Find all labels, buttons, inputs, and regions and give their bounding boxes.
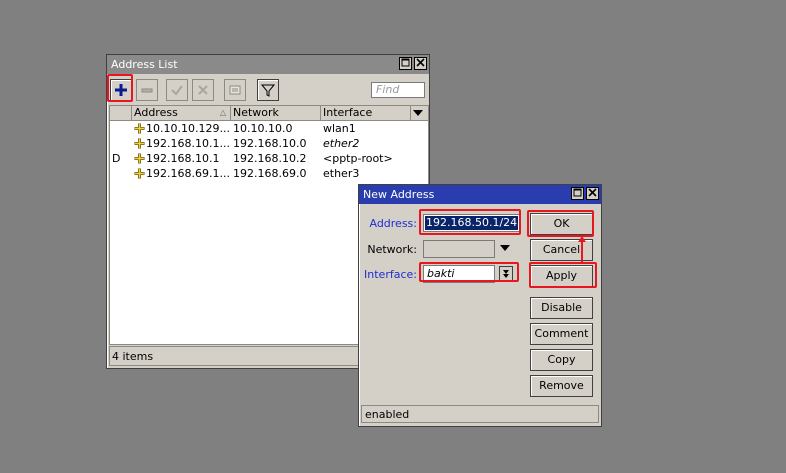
- row-interface: ether3: [321, 166, 411, 181]
- row-flag: D: [110, 151, 132, 166]
- close-button[interactable]: [586, 187, 599, 200]
- comment-button[interactable]: [224, 79, 246, 101]
- row-flag: [110, 136, 132, 151]
- minus-icon: [141, 88, 153, 93]
- row-interface-text: wlan1: [323, 122, 356, 135]
- status-bar: enabled: [361, 405, 599, 423]
- network-dropdown-icon[interactable]: [500, 244, 510, 252]
- row-network: 192.168.69.0: [231, 166, 321, 181]
- copy-button[interactable]: Copy: [530, 349, 593, 371]
- row-address: 192.168.10.1...: [132, 136, 231, 151]
- address-value: 192.168.50.1/24: [425, 216, 519, 230]
- row-address: 192.168.69.1...: [132, 166, 231, 181]
- new-address-title: New Address: [363, 188, 435, 201]
- add-button[interactable]: [110, 79, 132, 101]
- plus-entry-icon: [134, 138, 145, 149]
- comment-button[interactable]: Comment: [530, 323, 593, 345]
- plus-entry-icon: [134, 168, 145, 179]
- dropdown-arrow-icon: [413, 110, 423, 116]
- enable-button[interactable]: [166, 79, 188, 101]
- address-list-titlebar[interactable]: Address List: [107, 55, 429, 74]
- dropdown-arrow-icon: [503, 270, 509, 278]
- row-network: 10.10.10.0: [231, 121, 321, 136]
- filter-button[interactable]: [257, 79, 279, 101]
- row-network-text: 192.168.10.0: [233, 137, 307, 150]
- address-input[interactable]: 192.168.50.1/24: [423, 214, 521, 232]
- table-header: Address △ Network Interface: [110, 106, 428, 121]
- new-address-titlebar[interactable]: New Address: [359, 185, 601, 204]
- apply-button[interactable]: Apply: [530, 265, 593, 287]
- row-interface-text: <pptp-root>: [323, 152, 393, 165]
- row-flag: [110, 121, 132, 136]
- plus-entry-icon: [134, 153, 145, 164]
- maximize-icon: [573, 188, 582, 197]
- table-row[interactable]: 192.168.10.1... 192.168.10.0 ether2: [110, 136, 428, 151]
- table-body: 10.10.10.129... 10.10.10.0 wlan1 192.168.10…: [110, 121, 428, 181]
- row-interface: <pptp-root>: [321, 151, 411, 166]
- status-text: enabled: [365, 408, 410, 421]
- maximize-button[interactable]: [399, 57, 412, 70]
- maximize-icon: [401, 58, 410, 67]
- remove-button[interactable]: Remove: [530, 375, 593, 397]
- row-flag-text: D: [112, 152, 121, 165]
- column-header-interface[interactable]: Interface: [321, 106, 411, 120]
- network-input[interactable]: [423, 240, 495, 258]
- new-address-dialog: New Address Address: 192.168.50.1/24 Net…: [358, 184, 602, 427]
- disable-button[interactable]: Disable: [530, 297, 593, 319]
- column-header-flag[interactable]: [110, 106, 132, 120]
- row-network-text: 192.168.10.2: [233, 152, 307, 165]
- sort-indicator-icon: △: [219, 108, 226, 117]
- column-menu-button[interactable]: [411, 106, 428, 120]
- table-row[interactable]: 192.168.69.1... 192.168.69.0 ether3: [110, 166, 428, 181]
- row-interface-text: ether2: [323, 137, 360, 150]
- item-count: 4 items: [112, 350, 154, 363]
- status-bar: 4 items: [109, 346, 361, 366]
- ok-button[interactable]: OK: [530, 213, 593, 235]
- row-network: 192.168.10.0: [231, 136, 321, 151]
- maximize-button[interactable]: [571, 187, 584, 200]
- column-label: Network: [233, 106, 279, 119]
- close-icon: [416, 58, 425, 67]
- table-row[interactable]: D 192.168.10.1 192.168.10.2 <pptp-root>: [110, 151, 428, 166]
- close-button[interactable]: [414, 57, 427, 70]
- close-icon: [588, 188, 597, 197]
- column-header-address[interactable]: Address △: [132, 106, 231, 120]
- find-input[interactable]: Find: [371, 82, 425, 98]
- row-address-text: 192.168.69.1...: [146, 167, 230, 180]
- network-label: Network:: [367, 243, 417, 256]
- row-flag: [110, 166, 132, 181]
- row-address: 192.168.10.1: [132, 151, 231, 166]
- interface-label: Interface:: [364, 268, 417, 281]
- row-network: 192.168.10.2: [231, 151, 321, 166]
- address-label: Address:: [369, 217, 417, 230]
- column-label: Address: [134, 106, 178, 119]
- check-icon: [171, 85, 183, 96]
- comment-icon: [229, 85, 241, 95]
- filter-icon: [261, 84, 275, 97]
- plus-entry-icon: [134, 123, 145, 134]
- row-interface: wlan1: [321, 121, 411, 136]
- disable-button[interactable]: [192, 79, 214, 101]
- row-address: 10.10.10.129...: [132, 121, 231, 136]
- table-row[interactable]: 10.10.10.129... 10.10.10.0 wlan1: [110, 121, 428, 136]
- address-list-toolbar: Find: [107, 76, 429, 104]
- plus-icon: [115, 84, 127, 96]
- cross-icon: [198, 85, 208, 95]
- row-address-text: 10.10.10.129...: [146, 122, 230, 135]
- column-label: Interface: [323, 106, 373, 119]
- row-address-text: 192.168.10.1...: [146, 137, 230, 150]
- row-interface: ether2: [321, 136, 411, 151]
- arrow-apply-to-ok: [578, 236, 586, 263]
- address-list-title: Address List: [111, 58, 178, 71]
- remove-button[interactable]: [136, 79, 158, 101]
- column-header-network[interactable]: Network: [231, 106, 321, 120]
- interface-dropdown-button[interactable]: [499, 266, 513, 281]
- row-address-text: 192.168.10.1: [146, 152, 220, 165]
- row-interface-text: ether3: [323, 167, 360, 180]
- interface-select[interactable]: bakti: [423, 265, 495, 283]
- row-network-text: 192.168.69.0: [233, 167, 307, 180]
- interface-value: bakti: [427, 267, 455, 280]
- row-network-text: 10.10.10.0: [233, 122, 293, 135]
